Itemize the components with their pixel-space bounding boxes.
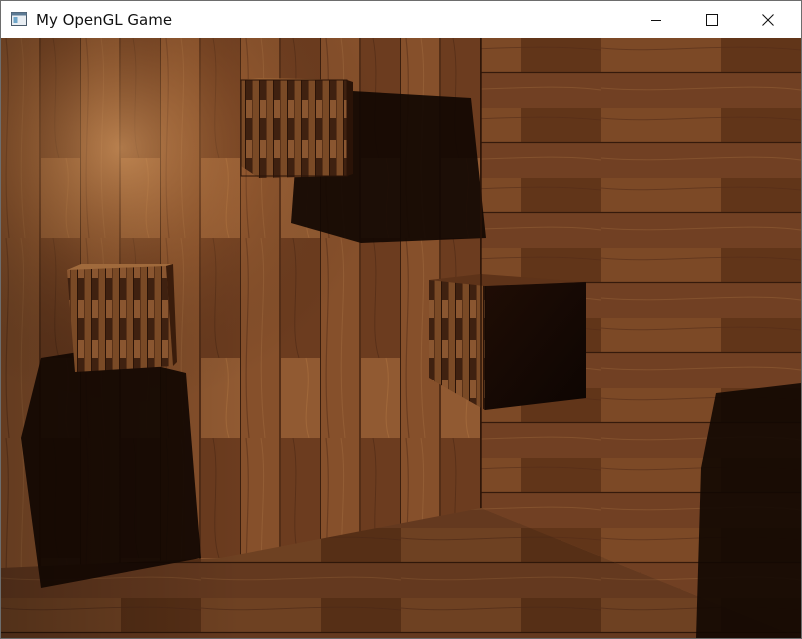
cube-shadow-right — [696, 383, 801, 638]
crate-left — [67, 264, 177, 372]
maximize-button[interactable] — [689, 1, 735, 38]
maximize-icon — [706, 13, 718, 26]
close-button[interactable] — [745, 1, 791, 38]
crate-right — [429, 274, 586, 410]
game-window: My OpenGL Game — [0, 0, 802, 639]
minimize-button[interactable] — [633, 1, 679, 38]
game-viewport[interactable] — [1, 38, 801, 638]
window-app-icon — [11, 12, 27, 26]
crate-top — [240, 78, 353, 178]
cube-shadow-left — [21, 350, 201, 588]
scene-render — [1, 38, 801, 638]
close-icon — [762, 13, 774, 26]
title-bar[interactable]: My OpenGL Game — [1, 1, 801, 38]
minimize-icon — [650, 14, 662, 26]
window-title: My OpenGL Game — [36, 11, 173, 29]
